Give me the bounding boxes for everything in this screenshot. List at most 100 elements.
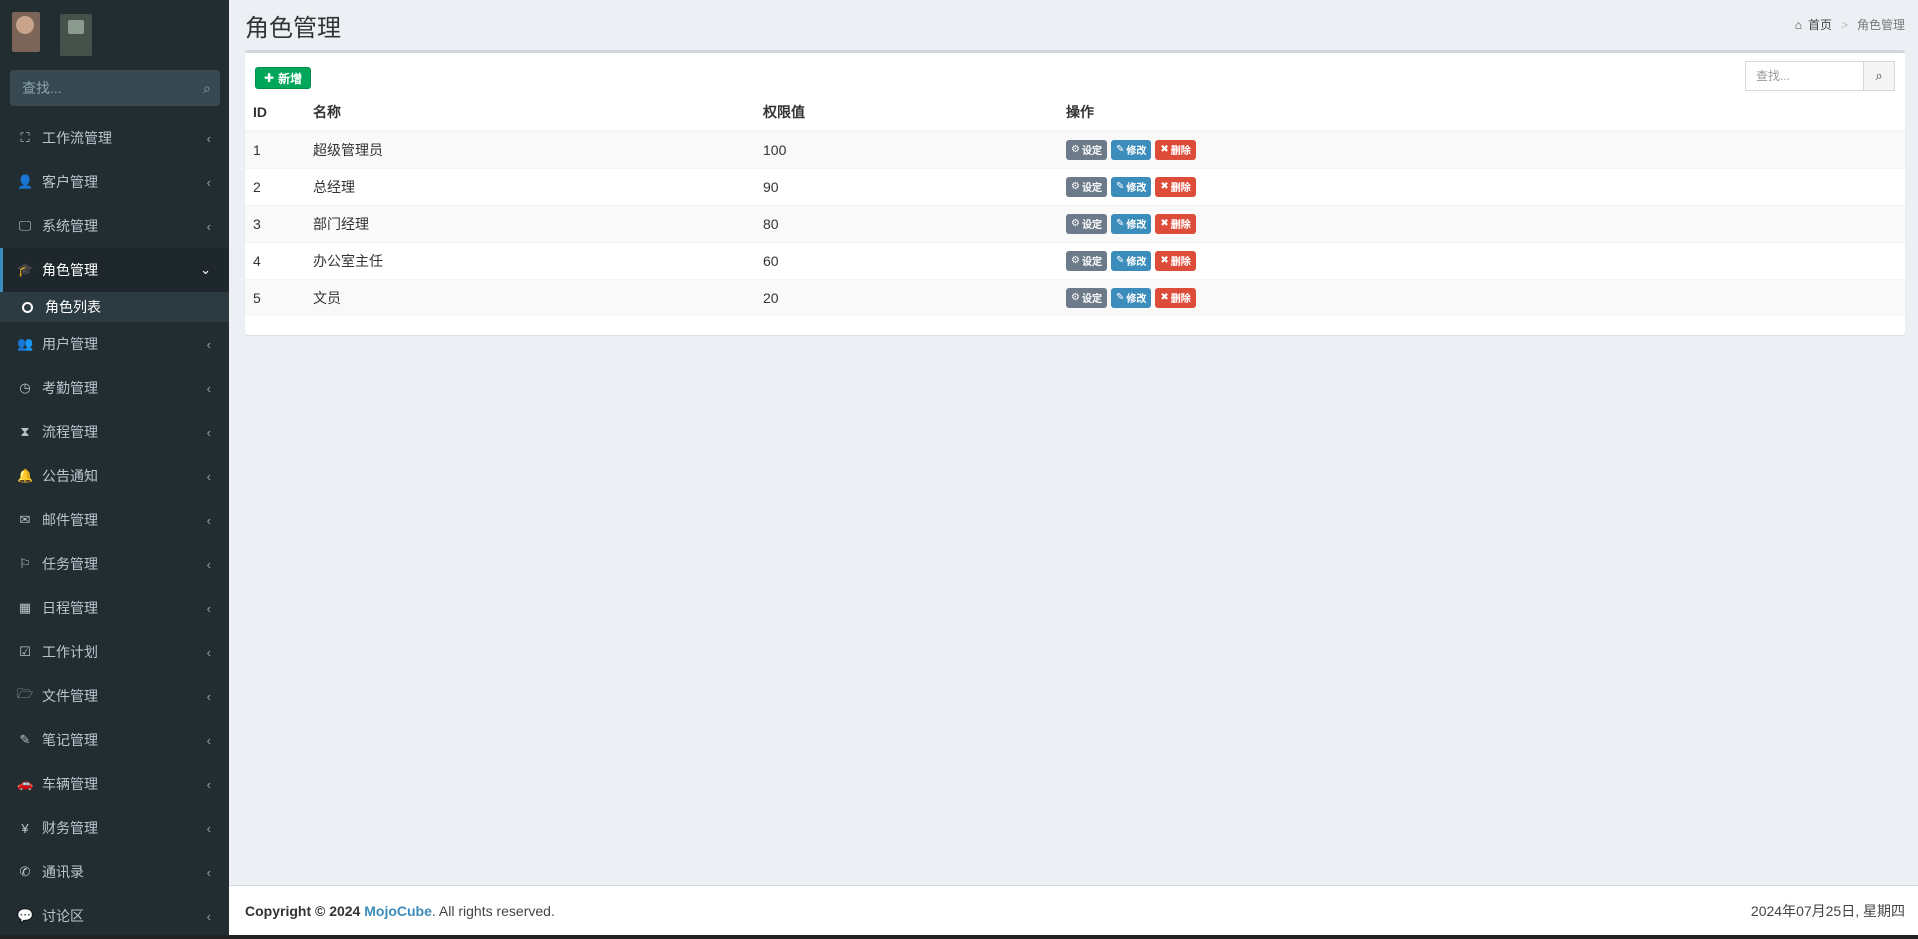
- sidebar-item-label: 用户管理: [42, 336, 98, 352]
- taskbar-strip: [0, 935, 1918, 939]
- sidebar-item-1[interactable]: 👤 客户管理 ‹: [0, 160, 229, 204]
- set-button-label: 设定: [1081, 257, 1102, 268]
- add-button-label: 新增: [278, 71, 303, 86]
- sidebar-item-9[interactable]: ⚐ 任务管理 ‹: [0, 542, 229, 586]
- circle-icon: [22, 301, 33, 313]
- chevron-left-icon: ‹: [206, 908, 211, 924]
- sidebar-item-label: 文件管理: [42, 688, 98, 704]
- car-icon: 🚗: [17, 776, 34, 791]
- chevron-left-icon: ‹: [206, 732, 211, 748]
- brand-link[interactable]: MojoCube: [364, 903, 432, 919]
- edit-button-label: 修改: [1126, 183, 1147, 194]
- copyright-text: Copyright © 2024: [245, 902, 361, 919]
- sidebar-item-6[interactable]: ⧗ 流程管理 ‹: [0, 410, 229, 454]
- sidebar-item-7[interactable]: 🔔 公告通知 ‹: [0, 454, 229, 498]
- sidebar-item-label: 日程管理: [42, 600, 98, 616]
- delete-button[interactable]: ✖ 删除: [1155, 250, 1196, 271]
- chevron-left-icon: ‹: [206, 600, 211, 616]
- table-row: 1 超级管理员 100 ⚙ 设定 ✎ 修改 ✖ 删除: [245, 131, 1905, 168]
- user-avatar: [8, 6, 118, 64]
- sidebar-item-0[interactable]: ⛶ 工作流管理 ‹: [0, 116, 229, 160]
- set-button[interactable]: ⚙ 设定: [1066, 250, 1107, 271]
- sidebar-item-8[interactable]: ✉ 邮件管理 ‹: [0, 498, 229, 542]
- edit-button[interactable]: ✎ 修改: [1110, 176, 1152, 197]
- set-button[interactable]: ⚙ 设定: [1066, 287, 1107, 308]
- sidebar-item-label: 任务管理: [42, 556, 98, 572]
- edit-button[interactable]: ✎ 修改: [1110, 287, 1152, 308]
- breadcrumb-home[interactable]: 首页: [1808, 16, 1832, 33]
- edit-icon: ✎: [1115, 218, 1125, 229]
- chevron-left-icon: ‹: [206, 468, 211, 484]
- sidebar-subitem-label: 角色列表: [45, 299, 101, 315]
- roles-box: ✚ 新增 ⌕ ID 名称 权限值 操作 1超级管理员100⚙设定✎修改✖删除2总…: [245, 50, 1905, 335]
- edit-button[interactable]: ✎ 修改: [1110, 213, 1152, 234]
- table-header-row: ID 名称 权限值 操作: [245, 94, 1905, 132]
- edit-icon: ✎: [1115, 144, 1125, 156]
- sidebar-item-17[interactable]: 💬 讨论区 ‹: [0, 894, 229, 938]
- sidebar-item-12[interactable]: 🗁 文件管理 ‹: [0, 674, 229, 718]
- sidebar-item-10[interactable]: ▦ 日程管理 ‹: [0, 586, 229, 630]
- delete-button[interactable]: ✖ 删除: [1155, 176, 1196, 197]
- desktop-icon: 🖵: [18, 218, 32, 233]
- edit-icon: ✎: [1115, 181, 1125, 192]
- chevron-left-icon: ‹: [206, 556, 211, 572]
- table-row: 2 总经理 90 ⚙ 设定 ✎ 修改 ✖ 删除: [245, 168, 1905, 205]
- clock-icon: ◷: [19, 380, 31, 395]
- set-button[interactable]: ⚙ 设定: [1066, 176, 1107, 197]
- delete-button[interactable]: ✖ 删除: [1155, 139, 1196, 160]
- sidebar-item-3[interactable]: 🎓 角色管理 ⌄: [0, 248, 229, 292]
- user-icon: 👤: [17, 174, 34, 189]
- sidebar-item-16[interactable]: ✆ 通讯录 ‹: [0, 850, 229, 894]
- sidebar-item-4[interactable]: 👥 用户管理 ‹: [0, 322, 229, 366]
- sidebar-item-13[interactable]: ✎ 笔记管理 ‹: [0, 718, 229, 762]
- delete-button[interactable]: ✖ 删除: [1155, 287, 1196, 308]
- sidebar-item-label: 财务管理: [42, 820, 98, 836]
- row-id: 3: [253, 215, 261, 232]
- plus-icon: ✚: [264, 71, 275, 85]
- add-button[interactable]: ✚ 新增: [255, 67, 312, 89]
- chevron-left-icon: ‹: [206, 174, 211, 190]
- delete-button-label: 删除: [1170, 257, 1191, 268]
- delete-button-label: 删除: [1170, 146, 1191, 158]
- comments-icon: 💬: [17, 908, 34, 923]
- sidebar-menu: ⛶ 工作流管理 ‹ 👤 客户管理 ‹ 🖵 系统管理 ‹ 🎓 角色管理 ⌄ 角色列表 👥 用户管理 ‹ ◷ 考勤管理…: [0, 116, 229, 938]
- sidebar-item-label: 车辆管理: [42, 776, 98, 792]
- footer: Copyright © 2024 MojoCube . All rights r…: [229, 885, 1918, 935]
- sidebar-item-14[interactable]: 🚗 车辆管理 ‹: [0, 762, 229, 806]
- sidebar-subitem-role-list[interactable]: 角色列表: [0, 292, 229, 322]
- search-button[interactable]: ⌕: [1863, 61, 1895, 91]
- sidebar-item-11[interactable]: ☑ 工作计划 ‹: [0, 630, 229, 674]
- sidebar-item-label: 邮件管理: [42, 512, 98, 528]
- times-icon: ✖: [1160, 144, 1169, 156]
- sidebar-item-15[interactable]: ¥ 财务管理 ‹: [0, 806, 229, 850]
- set-button[interactable]: ⚙ 设定: [1066, 213, 1107, 234]
- breadcrumb-current: 角色管理: [1856, 18, 1905, 32]
- phone-icon: ✆: [19, 864, 31, 879]
- users-icon: 👥: [17, 336, 34, 351]
- edit-button[interactable]: ✎ 修改: [1110, 139, 1152, 160]
- search-icon[interactable]: ⌕: [203, 80, 211, 97]
- sidebar-search-input[interactable]: [22, 80, 203, 96]
- edit-button-label: 修改: [1126, 146, 1147, 158]
- set-button[interactable]: ⚙ 设定: [1066, 139, 1107, 160]
- sidebar-item-5[interactable]: ◷ 考勤管理 ‹: [0, 366, 229, 410]
- set-button-label: 设定: [1081, 183, 1102, 194]
- edit-button[interactable]: ✎ 修改: [1110, 250, 1152, 271]
- sidebar-item-label: 角色管理: [42, 262, 98, 278]
- row-value: 60: [763, 252, 779, 269]
- home-icon: ⌂: [1794, 17, 1802, 32]
- row-name: 总经理: [313, 178, 355, 195]
- edit-button-label: 修改: [1126, 294, 1147, 306]
- delete-button[interactable]: ✖ 删除: [1155, 213, 1196, 234]
- sidebar-item-label: 工作流管理: [42, 130, 112, 146]
- table-search-input[interactable]: [1745, 61, 1863, 91]
- chevron-left-icon: ‹: [206, 424, 211, 440]
- sidebar-item-2[interactable]: 🖵 系统管理 ‹: [0, 204, 229, 248]
- gear-icon: ⚙: [1071, 181, 1080, 192]
- row-actions: ⚙ 设定 ✎ 修改 ✖ 删除: [1058, 131, 1905, 168]
- sidebar-item-label: 客户管理: [42, 174, 98, 190]
- sidebar-item-label: 讨论区: [42, 908, 84, 924]
- calendar-icon: ▦: [18, 600, 32, 615]
- row-name: 部门经理: [313, 215, 369, 232]
- row-value: 100: [763, 141, 787, 158]
